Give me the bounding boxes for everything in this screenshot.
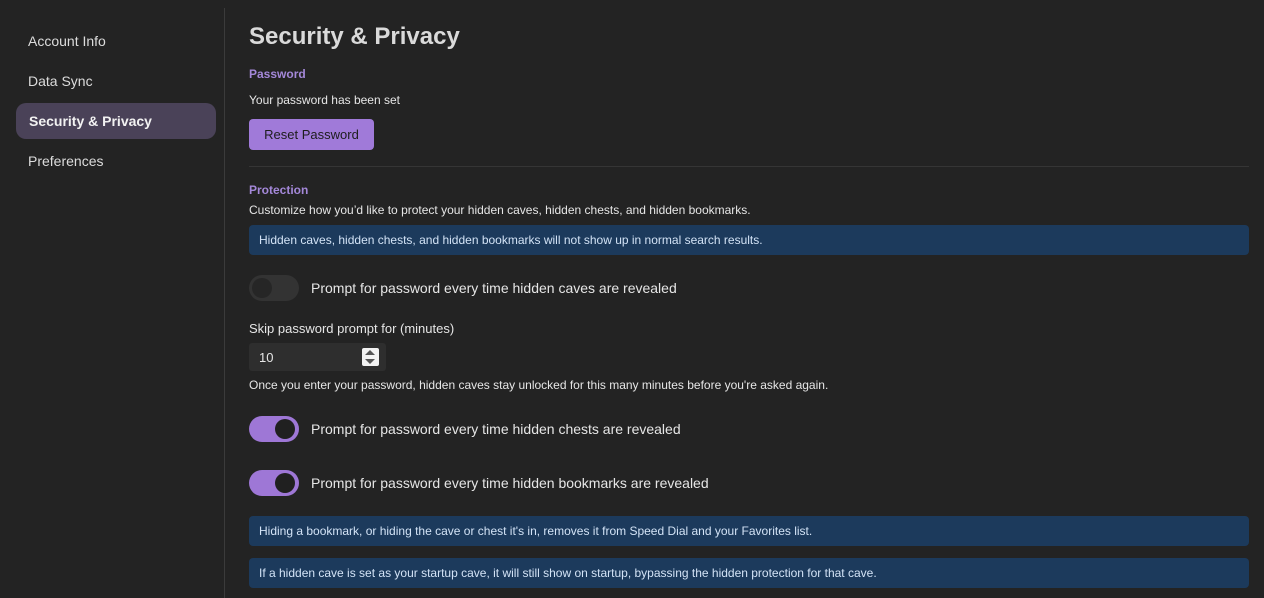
stepper-up-icon[interactable] xyxy=(365,350,375,355)
sidebar-item-label: Account Info xyxy=(28,33,106,49)
caves-password-label: Prompt for password every time hidden ca… xyxy=(311,280,677,296)
protection-section-label: Protection xyxy=(249,183,309,197)
password-section-label: Password xyxy=(249,67,306,81)
stepper-down-icon[interactable] xyxy=(365,359,375,364)
skip-prompt-minutes-value: 10 xyxy=(259,350,274,365)
settings-window: Account Info Data Sync Security & Privac… xyxy=(0,0,1264,598)
sidebar-item-label: Preferences xyxy=(28,153,104,169)
caves-password-setting: Prompt for password every time hidden ca… xyxy=(249,275,949,301)
info-startup-notice: If a hidden cave is set as your startup … xyxy=(249,558,1249,588)
sidebar-item-account-info[interactable]: Account Info xyxy=(16,23,216,59)
sidebar-item-label: Security & Privacy xyxy=(29,113,152,129)
info-search-notice: Hidden caves, hidden chests, and hidden … xyxy=(249,225,1249,255)
minutes-stepper[interactable] xyxy=(362,348,379,366)
sidebar-item-preferences[interactable]: Preferences xyxy=(16,143,216,179)
sidebar: Account Info Data Sync Security & Privac… xyxy=(0,0,224,598)
protection-description: Customize how you’d like to protect your… xyxy=(249,203,751,217)
skip-prompt-help-text: Once you enter your password, hidden cav… xyxy=(249,378,829,392)
sidebar-divider xyxy=(224,8,225,598)
skip-prompt-minutes-input[interactable]: 10 xyxy=(249,343,386,371)
chests-password-label: Prompt for password every time hidden ch… xyxy=(311,421,681,437)
section-divider xyxy=(249,166,1249,167)
sidebar-item-security-privacy[interactable]: Security & Privacy xyxy=(16,103,216,139)
sidebar-item-label: Data Sync xyxy=(28,73,93,89)
toggle-knob xyxy=(252,278,272,298)
toggle-knob xyxy=(275,473,295,493)
reset-password-button[interactable]: Reset Password xyxy=(249,119,374,150)
info-search-text: Hidden caves, hidden chests, and hidden … xyxy=(259,233,763,247)
chests-password-toggle[interactable] xyxy=(249,416,299,442)
sidebar-item-data-sync[interactable]: Data Sync xyxy=(16,63,216,99)
skip-prompt-label: Skip password prompt for (minutes) xyxy=(249,321,455,336)
bookmarks-password-toggle[interactable] xyxy=(249,470,299,496)
password-status-text: Your password has been set xyxy=(249,93,400,107)
info-speed-dial-text: Hiding a bookmark, or hiding the cave or… xyxy=(259,524,813,538)
settings-content: Security & Privacy Password Your passwor… xyxy=(249,0,1249,598)
page-title: Security & Privacy xyxy=(249,23,460,50)
bookmarks-password-setting: Prompt for password every time hidden bo… xyxy=(249,470,949,496)
chests-password-setting: Prompt for password every time hidden ch… xyxy=(249,416,949,442)
info-startup-text: If a hidden cave is set as your startup … xyxy=(259,566,877,580)
bookmarks-password-label: Prompt for password every time hidden bo… xyxy=(311,475,709,491)
info-speed-dial-notice: Hiding a bookmark, or hiding the cave or… xyxy=(249,516,1249,546)
toggle-knob xyxy=(275,419,295,439)
caves-password-toggle[interactable] xyxy=(249,275,299,301)
